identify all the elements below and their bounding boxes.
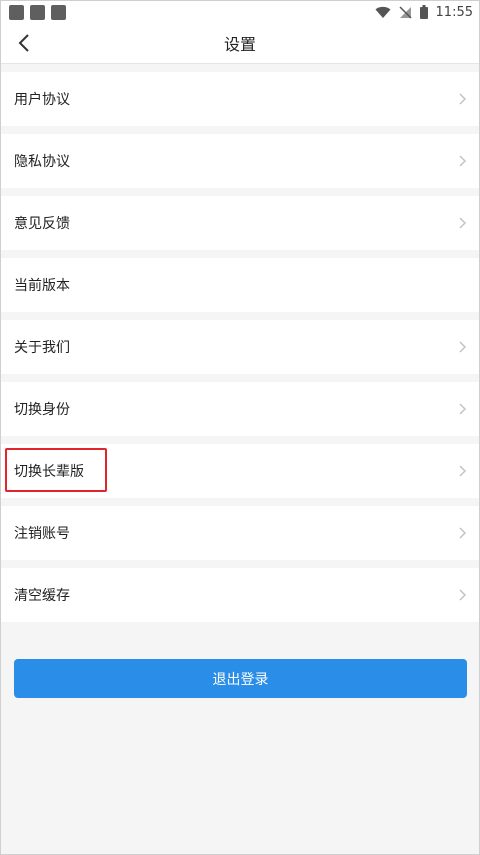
settings-item-label: 切换长辈版: [14, 464, 84, 480]
chevron-right-icon: [459, 217, 467, 229]
notification-icon: [30, 4, 45, 20]
settings-item-about-us[interactable]: 关于我们: [1, 320, 479, 374]
battery-icon: [419, 5, 428, 19]
settings-item-label: 切换身份: [14, 402, 70, 418]
chevron-right-icon: [459, 465, 467, 477]
status-right: 11:55: [375, 5, 473, 20]
settings-item-label: 用户协议: [14, 92, 70, 108]
nav-bar: 设置: [1, 23, 479, 64]
settings-item-label: 当前版本: [14, 278, 70, 294]
chevron-right-icon: [459, 93, 467, 105]
no-signal-icon: [399, 5, 412, 19]
settings-item-delete-account[interactable]: 注销账号: [1, 506, 479, 560]
settings-item-switch-elder-mode[interactable]: 切换长辈版: [1, 444, 479, 498]
settings-item-current-version[interactable]: 当前版本: [1, 258, 479, 312]
status-bar: 11:55: [1, 1, 479, 23]
chevron-right-icon: [459, 403, 467, 415]
settings-screen: 11:55 设置 用户协议 隐私协议 意见反馈 当前版本 关于我们 切换身份 切…: [0, 0, 480, 855]
chevron-right-icon: [459, 527, 467, 539]
logout-button[interactable]: 退出登录: [14, 659, 467, 698]
notification-icon: [9, 4, 24, 20]
notification-icons: [9, 4, 66, 20]
back-arrow-icon[interactable]: [13, 31, 37, 55]
page-title: 设置: [223, 35, 256, 54]
settings-list: 用户协议 隐私协议 意见反馈 当前版本 关于我们 切换身份 切换长辈版 注销账号…: [1, 64, 479, 622]
chevron-right-icon: [459, 589, 467, 601]
chevron-right-icon: [459, 155, 467, 167]
notification-icon: [51, 4, 66, 20]
status-time: 11:55: [435, 4, 473, 20]
settings-item-label: 意见反馈: [14, 216, 70, 232]
settings-item-clear-cache[interactable]: 清空缓存: [1, 568, 479, 622]
settings-item-label: 隐私协议: [14, 154, 70, 170]
settings-item-switch-identity[interactable]: 切换身份: [1, 382, 479, 436]
chevron-right-icon: [459, 341, 467, 353]
settings-item-label: 清空缓存: [14, 588, 70, 604]
settings-item-label: 关于我们: [14, 340, 70, 356]
settings-item-user-agreement[interactable]: 用户协议: [1, 72, 479, 126]
settings-item-feedback[interactable]: 意见反馈: [1, 196, 479, 250]
wifi-icon: [375, 6, 391, 18]
settings-item-label: 注销账号: [14, 526, 70, 542]
settings-item-privacy-agreement[interactable]: 隐私协议: [1, 134, 479, 188]
